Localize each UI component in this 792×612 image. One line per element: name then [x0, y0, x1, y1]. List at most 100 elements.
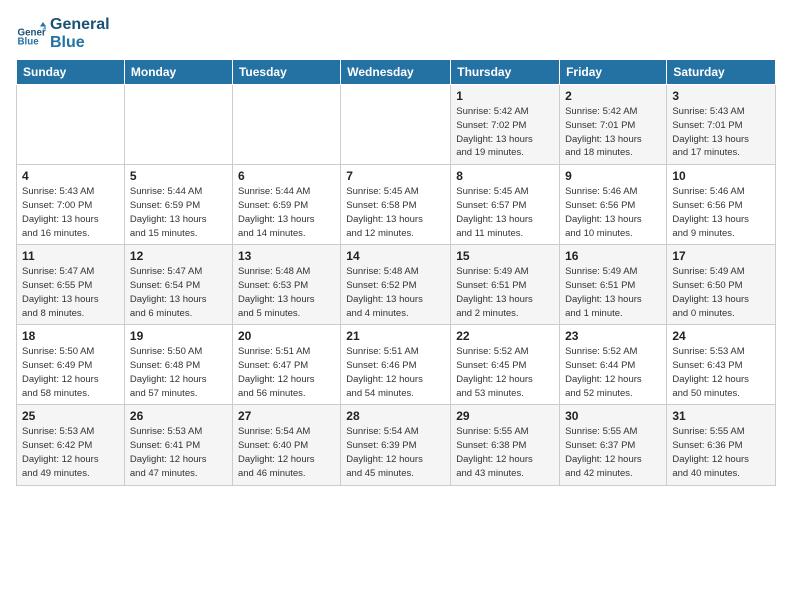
day-info: Sunrise: 5:49 AM Sunset: 6:51 PM Dayligh… [565, 265, 661, 320]
day-info: Sunrise: 5:50 AM Sunset: 6:48 PM Dayligh… [130, 345, 227, 400]
day-number: 13 [238, 249, 335, 263]
day-info: Sunrise: 5:51 AM Sunset: 6:46 PM Dayligh… [346, 345, 445, 400]
calendar-cell [17, 85, 125, 165]
calendar-cell: 13 Sunrise: 5:48 AM Sunset: 6:53 PM Dayli… [232, 245, 340, 325]
day-info: Sunrise: 5:53 AM Sunset: 6:42 PM Dayligh… [22, 425, 119, 480]
day-info: Sunrise: 5:55 AM Sunset: 6:36 PM Dayligh… [672, 425, 770, 480]
calendar-cell: 29 Sunrise: 5:55 AM Sunset: 6:38 PM Dayli… [451, 405, 560, 485]
calendar-cell [232, 85, 340, 165]
day-info: Sunrise: 5:55 AM Sunset: 6:37 PM Dayligh… [565, 425, 661, 480]
calendar-cell: 25 Sunrise: 5:53 AM Sunset: 6:42 PM Dayli… [17, 405, 125, 485]
day-info: Sunrise: 5:49 AM Sunset: 6:50 PM Dayligh… [672, 265, 770, 320]
calendar-cell: 15 Sunrise: 5:49 AM Sunset: 6:51 PM Dayli… [451, 245, 560, 325]
day-number: 11 [22, 249, 119, 263]
calendar-cell: 10 Sunrise: 5:46 AM Sunset: 6:56 PM Dayli… [667, 165, 776, 245]
day-number: 20 [238, 329, 335, 343]
day-info: Sunrise: 5:44 AM Sunset: 6:59 PM Dayligh… [130, 185, 227, 240]
day-number: 18 [22, 329, 119, 343]
page-header: General Blue General Blue [16, 16, 776, 51]
calendar-table: SundayMondayTuesdayWednesdayThursdayFrid… [16, 59, 776, 485]
week-row-1: 1Sunrise: 5:42 AM Sunset: 7:02 PM Daylig… [17, 85, 776, 165]
day-header-thursday: Thursday [451, 60, 560, 85]
day-info: Sunrise: 5:50 AM Sunset: 6:49 PM Dayligh… [22, 345, 119, 400]
calendar-cell: 14 Sunrise: 5:48 AM Sunset: 6:52 PM Dayli… [341, 245, 451, 325]
day-number: 7 [346, 169, 445, 183]
day-info: Sunrise: 5:52 AM Sunset: 6:45 PM Dayligh… [456, 345, 554, 400]
calendar-cell: 23Sunrise: 5:52 AM Sunset: 6:44 PM Dayli… [560, 325, 667, 405]
day-info: Sunrise: 5:51 AM Sunset: 6:47 PM Dayligh… [238, 345, 335, 400]
day-info: Sunrise: 5:54 AM Sunset: 6:39 PM Dayligh… [346, 425, 445, 480]
day-info: Sunrise: 5:47 AM Sunset: 6:54 PM Dayligh… [130, 265, 227, 320]
day-info: Sunrise: 5:47 AM Sunset: 6:55 PM Dayligh… [22, 265, 119, 320]
day-number: 19 [130, 329, 227, 343]
day-number: 25 [22, 409, 119, 423]
day-number: 24 [672, 329, 770, 343]
svg-text:Blue: Blue [18, 36, 40, 47]
day-info: Sunrise: 5:54 AM Sunset: 6:40 PM Dayligh… [238, 425, 335, 480]
day-header-saturday: Saturday [667, 60, 776, 85]
calendar-cell: 5 Sunrise: 5:44 AM Sunset: 6:59 PM Daylig… [124, 165, 232, 245]
day-number: 26 [130, 409, 227, 423]
day-info: Sunrise: 5:48 AM Sunset: 6:53 PM Dayligh… [238, 265, 335, 320]
day-info: Sunrise: 5:42 AM Sunset: 7:01 PM Dayligh… [565, 105, 661, 160]
day-header-monday: Monday [124, 60, 232, 85]
calendar-cell: 2Sunrise: 5:42 AM Sunset: 7:01 PM Daylig… [560, 85, 667, 165]
day-header-sunday: Sunday [17, 60, 125, 85]
day-number: 14 [346, 249, 445, 263]
day-info: Sunrise: 5:53 AM Sunset: 6:41 PM Dayligh… [130, 425, 227, 480]
day-header-tuesday: Tuesday [232, 60, 340, 85]
calendar-cell: 9Sunrise: 5:46 AM Sunset: 6:56 PM Daylig… [560, 165, 667, 245]
logo: General Blue General Blue [16, 16, 110, 51]
calendar-cell [124, 85, 232, 165]
day-number: 17 [672, 249, 770, 263]
calendar-cell: 22 Sunrise: 5:52 AM Sunset: 6:45 PM Dayli… [451, 325, 560, 405]
calendar-cell: 4 Sunrise: 5:43 AM Sunset: 7:00 PM Daylig… [17, 165, 125, 245]
calendar-cell: 30Sunrise: 5:55 AM Sunset: 6:37 PM Dayli… [560, 405, 667, 485]
day-number: 5 [130, 169, 227, 183]
day-info: Sunrise: 5:45 AM Sunset: 6:58 PM Dayligh… [346, 185, 445, 240]
calendar-cell: 12Sunrise: 5:47 AM Sunset: 6:54 PM Dayli… [124, 245, 232, 325]
day-number: 28 [346, 409, 445, 423]
calendar-cell: 1Sunrise: 5:42 AM Sunset: 7:02 PM Daylig… [451, 85, 560, 165]
day-info: Sunrise: 5:43 AM Sunset: 7:00 PM Dayligh… [22, 185, 119, 240]
day-number: 1 [456, 89, 554, 103]
day-number: 16 [565, 249, 661, 263]
calendar-cell: 7 Sunrise: 5:45 AM Sunset: 6:58 PM Daylig… [341, 165, 451, 245]
day-number: 29 [456, 409, 554, 423]
calendar-cell: 18 Sunrise: 5:50 AM Sunset: 6:49 PM Dayli… [17, 325, 125, 405]
calendar-body: 1Sunrise: 5:42 AM Sunset: 7:02 PM Daylig… [17, 85, 776, 485]
calendar-cell: 27 Sunrise: 5:54 AM Sunset: 6:40 PM Dayli… [232, 405, 340, 485]
day-info: Sunrise: 5:55 AM Sunset: 6:38 PM Dayligh… [456, 425, 554, 480]
day-number: 9 [565, 169, 661, 183]
week-row-5: 25 Sunrise: 5:53 AM Sunset: 6:42 PM Dayli… [17, 405, 776, 485]
day-number: 27 [238, 409, 335, 423]
day-number: 15 [456, 249, 554, 263]
day-header-row: SundayMondayTuesdayWednesdayThursdayFrid… [17, 60, 776, 85]
day-number: 10 [672, 169, 770, 183]
day-number: 8 [456, 169, 554, 183]
day-info: Sunrise: 5:49 AM Sunset: 6:51 PM Dayligh… [456, 265, 554, 320]
day-number: 31 [672, 409, 770, 423]
day-number: 23 [565, 329, 661, 343]
day-info: Sunrise: 5:44 AM Sunset: 6:59 PM Dayligh… [238, 185, 335, 240]
day-header-friday: Friday [560, 60, 667, 85]
calendar-cell: 28 Sunrise: 5:54 AM Sunset: 6:39 PM Dayli… [341, 405, 451, 485]
calendar-cell: 19 Sunrise: 5:50 AM Sunset: 6:48 PM Dayli… [124, 325, 232, 405]
calendar-cell [341, 85, 451, 165]
day-info: Sunrise: 5:53 AM Sunset: 6:43 PM Dayligh… [672, 345, 770, 400]
calendar-header: SundayMondayTuesdayWednesdayThursdayFrid… [17, 60, 776, 85]
day-info: Sunrise: 5:48 AM Sunset: 6:52 PM Dayligh… [346, 265, 445, 320]
day-number: 4 [22, 169, 119, 183]
calendar-cell: 6 Sunrise: 5:44 AM Sunset: 6:59 PM Daylig… [232, 165, 340, 245]
week-row-2: 4 Sunrise: 5:43 AM Sunset: 7:00 PM Daylig… [17, 165, 776, 245]
week-row-3: 11 Sunrise: 5:47 AM Sunset: 6:55 PM Dayli… [17, 245, 776, 325]
day-info: Sunrise: 5:46 AM Sunset: 6:56 PM Dayligh… [672, 185, 770, 240]
calendar-cell: 21 Sunrise: 5:51 AM Sunset: 6:46 PM Dayli… [341, 325, 451, 405]
logo-text: General Blue [50, 16, 110, 51]
week-row-4: 18 Sunrise: 5:50 AM Sunset: 6:49 PM Dayli… [17, 325, 776, 405]
day-number: 6 [238, 169, 335, 183]
day-number: 21 [346, 329, 445, 343]
day-number: 3 [672, 89, 770, 103]
day-number: 22 [456, 329, 554, 343]
day-info: Sunrise: 5:43 AM Sunset: 7:01 PM Dayligh… [672, 105, 770, 160]
